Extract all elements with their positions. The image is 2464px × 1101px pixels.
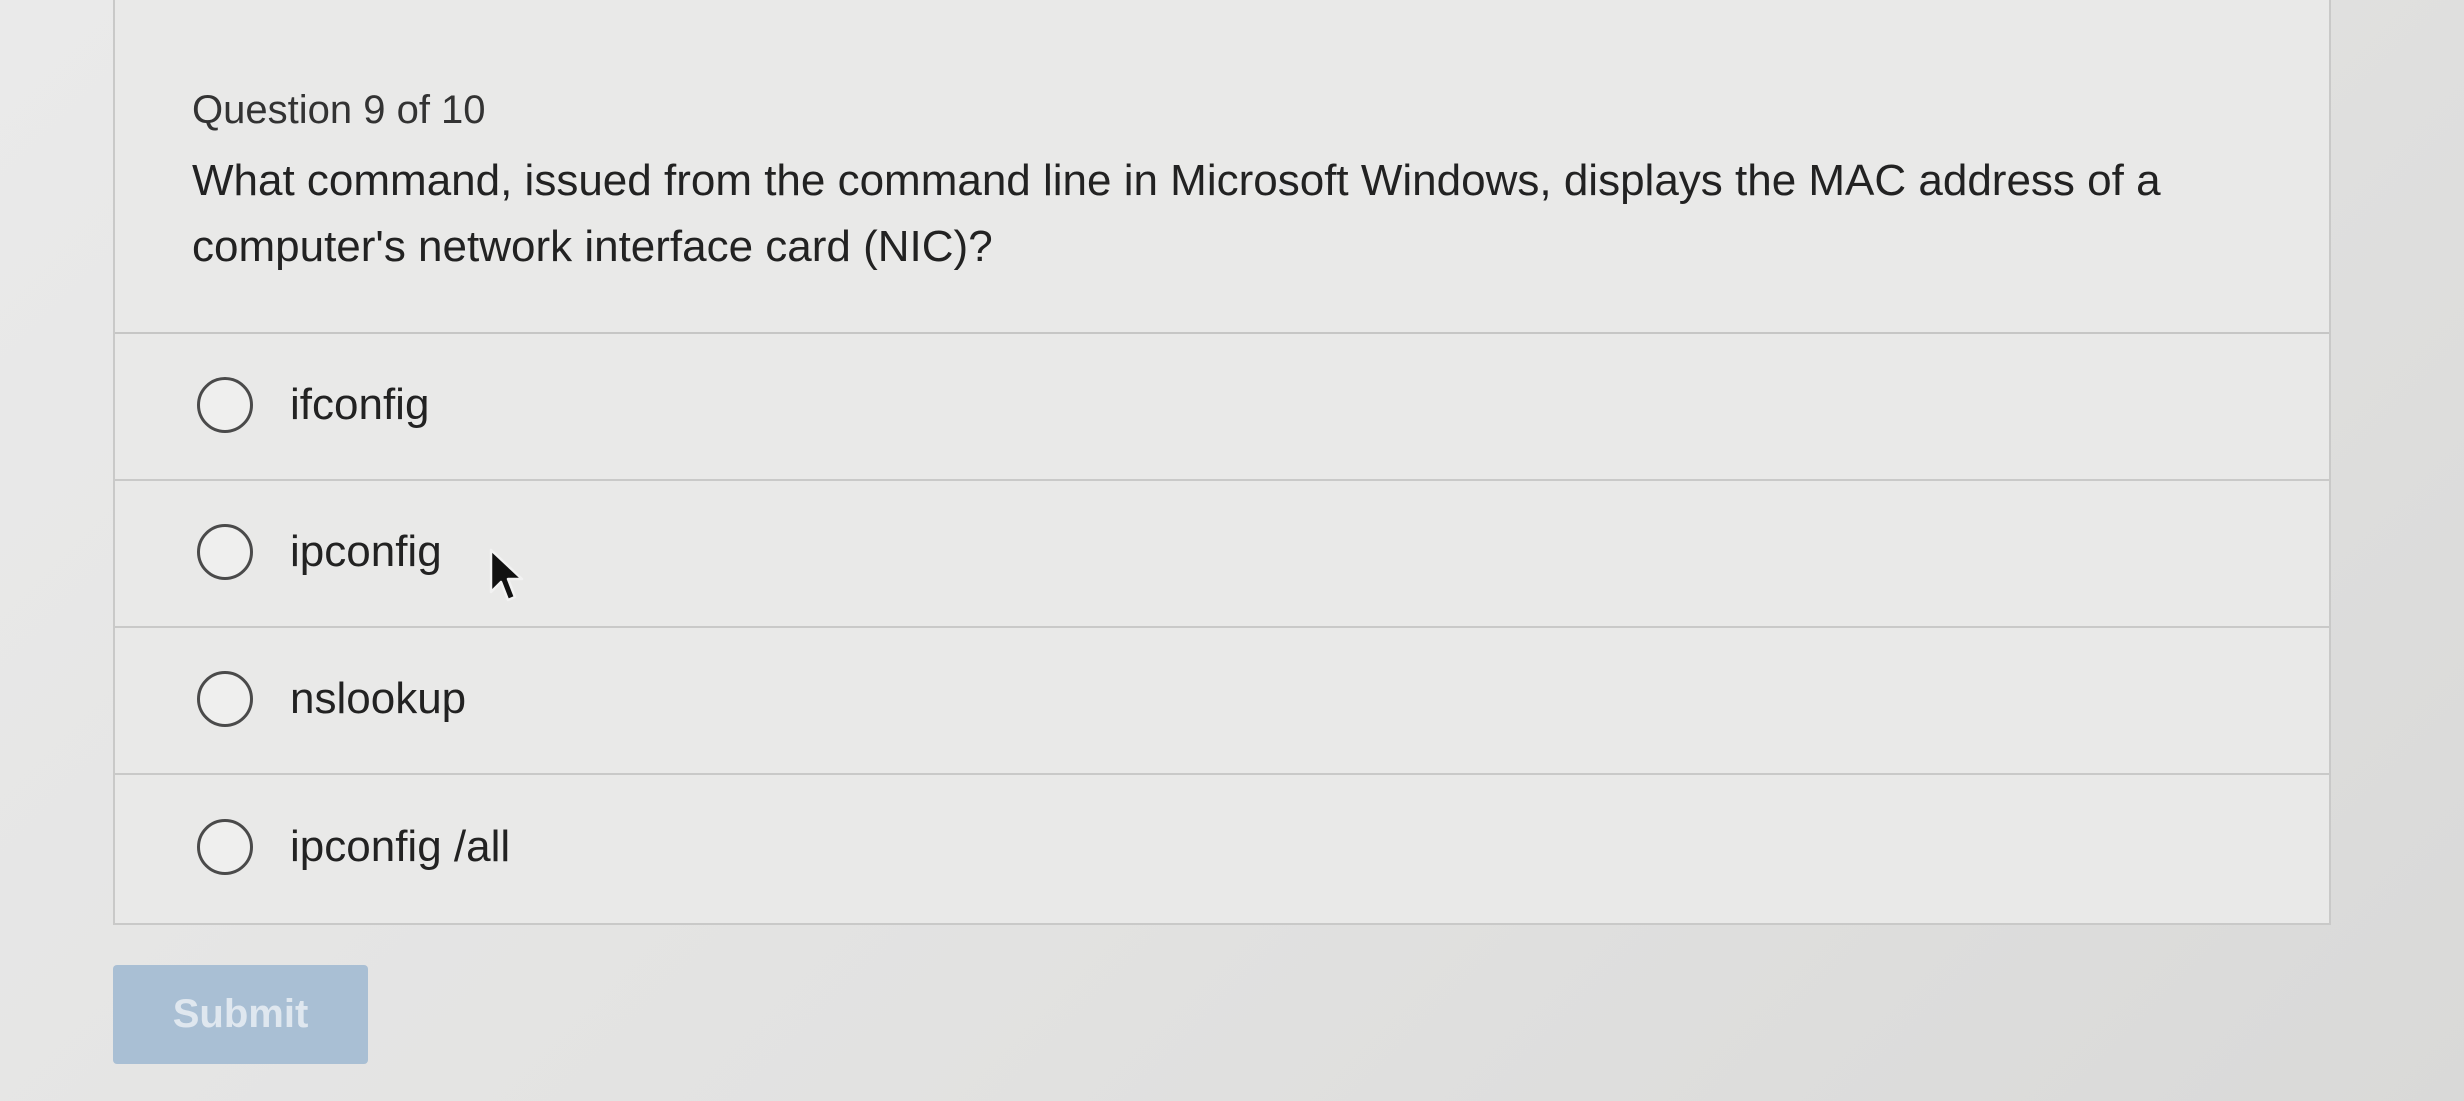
radio-button-icon[interactable] [197,818,253,875]
option-nslookup[interactable]: nslookup [115,628,2329,775]
option-ipconfig[interactable]: ipconfig [115,481,2329,628]
option-label: ipconfig /all [290,821,511,871]
radio-button-icon[interactable] [197,523,253,580]
question-header: Question 9 of 10 What command, issued fr… [115,0,2329,334]
radio-button-icon[interactable] [197,670,253,727]
question-counter: Question 9 of 10 [192,88,486,132]
mouse-pointer-icon [489,548,524,602]
submit-button[interactable]: Submit [113,965,368,1064]
answer-options: ifconfig ipconfig nslookup ipconfig /all [115,334,2329,922]
question-card: Question 9 of 10 What command, issued fr… [113,0,2331,925]
option-ifconfig[interactable]: ifconfig [115,334,2329,481]
question-text: What command, issued from the command li… [192,156,2161,271]
radio-button-icon[interactable] [197,376,253,433]
option-label: nslookup [290,673,467,723]
option-label: ipconfig [290,526,442,576]
option-ipconfig-all[interactable]: ipconfig /all [115,775,2329,922]
option-label: ifconfig [290,379,430,429]
